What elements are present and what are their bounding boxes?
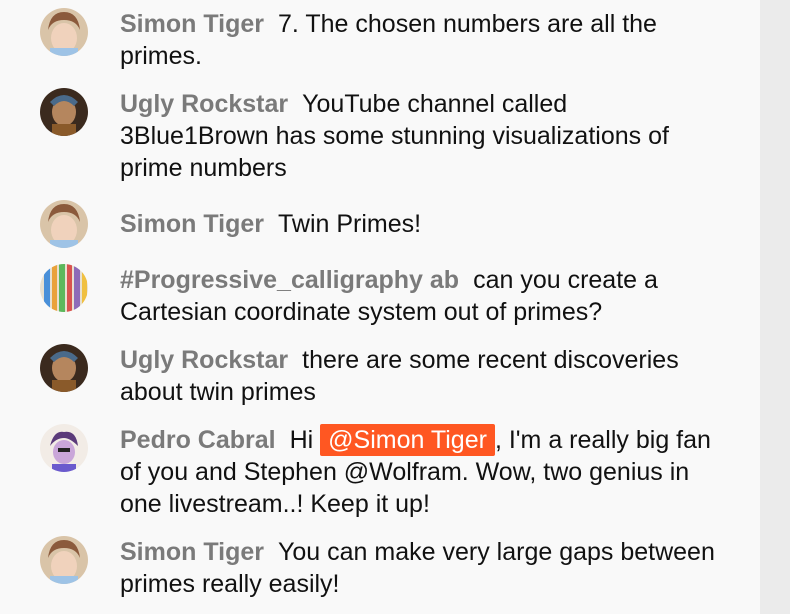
message-author[interactable]: Ugly Rockstar [120, 346, 288, 374]
scrollbar[interactable] [760, 0, 790, 614]
simon-avatar-icon[interactable] [40, 200, 88, 248]
chat-message: #Progressive_calligraphy ab can you creat… [0, 264, 760, 334]
chat-message-list: Simon Tiger 7. The chosen numbers are all… [0, 0, 760, 614]
mention-chip[interactable]: @Simon Tiger [320, 424, 495, 456]
chat-message: Ugly Rockstar YouTube channel called 3Blu… [0, 88, 760, 188]
message-text: Twin Primes! [278, 210, 422, 238]
simon-avatar-icon[interactable] [40, 536, 88, 584]
calligraphy-avatar-icon[interactable] [40, 264, 88, 312]
message-author[interactable]: Simon Tiger [120, 210, 264, 238]
chat-message: Simon Tiger Twin Primes! [0, 200, 760, 248]
rockstar-avatar-icon[interactable] [40, 88, 88, 136]
chat-message: Simon Tiger 7. The chosen numbers are all… [0, 8, 760, 78]
message-text: Hi [289, 426, 314, 454]
message-author[interactable]: Ugly Rockstar [120, 90, 288, 118]
rockstar-avatar-icon[interactable] [40, 344, 88, 392]
message-author[interactable]: Simon Tiger [120, 538, 264, 566]
simon-avatar-icon[interactable] [40, 8, 88, 56]
message-author[interactable]: Pedro Cabral [120, 426, 276, 454]
chat-message: Pedro Cabral Hi @Simon Tiger, I'm a reall… [0, 424, 760, 524]
message-author[interactable]: Simon Tiger [120, 10, 264, 38]
pedro-avatar-icon[interactable] [40, 424, 88, 472]
chat-message: Simon Tiger You can make very large gaps … [0, 536, 760, 606]
chat-message: Ugly Rockstar there are some recent disco… [0, 344, 760, 414]
message-author[interactable]: #Progressive_calligraphy ab [120, 266, 459, 294]
